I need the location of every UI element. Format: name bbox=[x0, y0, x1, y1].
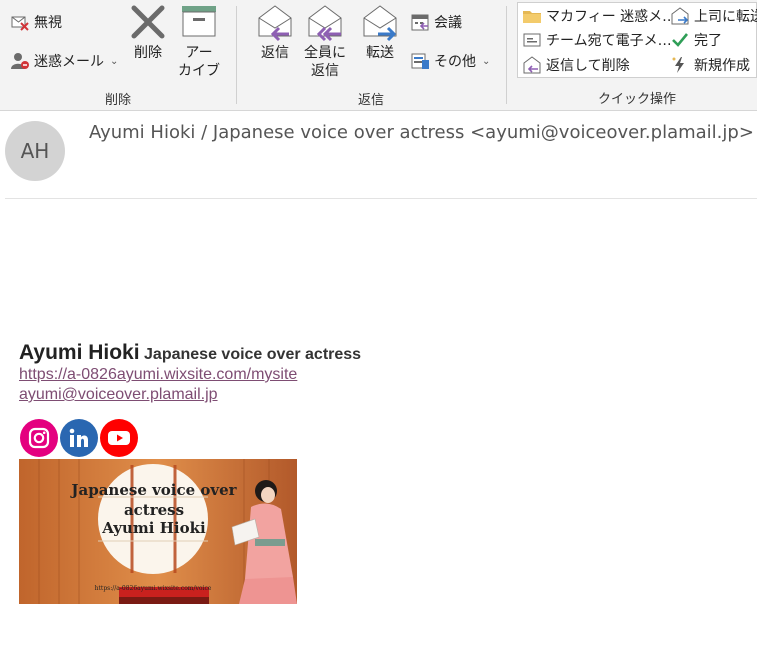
signature-banner-image[interactable]: Japanese voice over actress Ayumi Hioki … bbox=[19, 459, 297, 604]
quick-step-new[interactable]: 新規作成 bbox=[670, 55, 750, 75]
meeting-button[interactable]: 会議 bbox=[410, 11, 462, 33]
quick-step-label: 上司に転送 bbox=[694, 9, 757, 25]
archive-icon bbox=[178, 2, 220, 42]
quick-step-label: 完了 bbox=[694, 33, 722, 49]
signature-title: Japanese voice over actress bbox=[144, 346, 362, 363]
quick-step-label: マカフィー 迷惑メ… bbox=[546, 9, 677, 25]
banner-line3: Ayumi Hioki bbox=[101, 519, 206, 537]
junk-dropdown[interactable]: 迷惑メール ⌄ bbox=[10, 50, 118, 72]
reply-delete-icon bbox=[522, 56, 542, 74]
junk-icon bbox=[10, 51, 30, 71]
reply-all-label-line1: 全員に bbox=[304, 45, 346, 61]
avatar-initials: AH bbox=[20, 139, 50, 163]
ribbon-group-delete: 無視 迷惑メール ⌄ 削除 アー カイブ 削除 bbox=[0, 0, 236, 111]
reply-all-button[interactable]: 全員に 返信 bbox=[304, 2, 346, 80]
quick-step-label: 新規作成 bbox=[694, 58, 750, 74]
forward-mail-icon bbox=[670, 7, 690, 25]
quick-step-label: 返信して削除 bbox=[546, 58, 630, 74]
forward-button[interactable]: 転送 bbox=[359, 2, 401, 62]
ribbon-group-label-respond: 返信 bbox=[357, 93, 384, 108]
archive-label-line2: カイブ bbox=[178, 63, 220, 79]
reply-all-label-line2: 返信 bbox=[311, 63, 339, 79]
archive-button[interactable]: アー カイブ bbox=[178, 2, 220, 80]
banner-line2: actress bbox=[124, 501, 184, 519]
signature-website-link[interactable]: https://a-0826ayumi.wixsite.com/mysite bbox=[19, 366, 297, 384]
quick-step-done[interactable]: 完了 bbox=[670, 30, 722, 50]
reply-button[interactable]: 返信 bbox=[254, 2, 296, 62]
chevron-down-icon: ⌄ bbox=[482, 55, 491, 67]
ribbon-group-label-delete: 削除 bbox=[104, 93, 131, 108]
quick-step-forward-boss[interactable]: 上司に転送 bbox=[670, 6, 757, 26]
sender-name[interactable]: Ayumi Hioki / Japanese voice over actres… bbox=[89, 122, 754, 143]
forward-icon bbox=[359, 2, 401, 42]
quick-steps-gallery[interactable]: マカフィー 迷惑メ… 上司に転送 チーム宛て電子メ… 完了 返信して削除 新規作… bbox=[517, 2, 757, 78]
ribbon-group-label-quick-steps: クイック操作 bbox=[597, 92, 676, 107]
calendar-icon bbox=[410, 12, 430, 32]
ribbon-group-respond: 返信 全員に 返信 転送 会議 その他 ⌄ 返信 bbox=[237, 0, 505, 111]
email-icon bbox=[522, 31, 542, 49]
instagram-icon[interactable] bbox=[20, 419, 58, 457]
signature-name: Ayumi Hioki bbox=[19, 341, 140, 364]
meeting-label: 会議 bbox=[434, 15, 462, 31]
ignore-button[interactable]: 無視 bbox=[10, 11, 62, 33]
banner-line1: Japanese voice over bbox=[69, 481, 237, 499]
signature-email-link[interactable]: ayumi@voiceover.plamail.jp bbox=[19, 386, 218, 404]
more-respond-dropdown[interactable]: その他 ⌄ bbox=[410, 50, 490, 72]
delete-icon bbox=[127, 2, 169, 42]
more-icon bbox=[410, 51, 430, 71]
quick-step-label: チーム宛て電子メ… bbox=[546, 33, 672, 49]
ribbon: 無視 迷惑メール ⌄ 削除 アー カイブ 削除 返信 全員に 返信 転送 会議 … bbox=[0, 0, 757, 111]
checkmark-icon bbox=[670, 31, 690, 49]
header-divider bbox=[5, 198, 757, 199]
reply-icon bbox=[254, 2, 296, 42]
more-label: その他 bbox=[434, 54, 476, 70]
lightning-icon bbox=[670, 56, 690, 74]
youtube-icon[interactable] bbox=[100, 419, 138, 457]
archive-label-line1: アー bbox=[185, 45, 213, 61]
ribbon-separator bbox=[506, 6, 507, 104]
signature-heading: Ayumi Hioki Japanese voice over actress bbox=[19, 341, 361, 365]
ignore-icon bbox=[10, 12, 30, 32]
avatar[interactable]: AH bbox=[5, 121, 65, 181]
reply-label: 返信 bbox=[261, 45, 289, 61]
folder-icon bbox=[522, 7, 542, 25]
junk-label: 迷惑メール bbox=[34, 54, 104, 70]
linkedin-icon[interactable] bbox=[60, 419, 98, 457]
ignore-label: 無視 bbox=[34, 15, 62, 31]
quick-step-reply-delete[interactable]: 返信して削除 bbox=[522, 55, 630, 75]
quick-step-mcafee[interactable]: マカフィー 迷惑メ… bbox=[522, 6, 676, 26]
banner-url: https://a-0826ayumi.wixsite.com/voice bbox=[95, 585, 212, 592]
reply-all-icon bbox=[304, 2, 346, 42]
delete-button[interactable]: 削除 bbox=[127, 2, 169, 62]
forward-label: 転送 bbox=[366, 45, 394, 61]
delete-label: 削除 bbox=[134, 45, 162, 61]
chevron-down-icon: ⌄ bbox=[110, 55, 119, 67]
quick-step-team-email[interactable]: チーム宛て電子メ… bbox=[522, 30, 672, 50]
